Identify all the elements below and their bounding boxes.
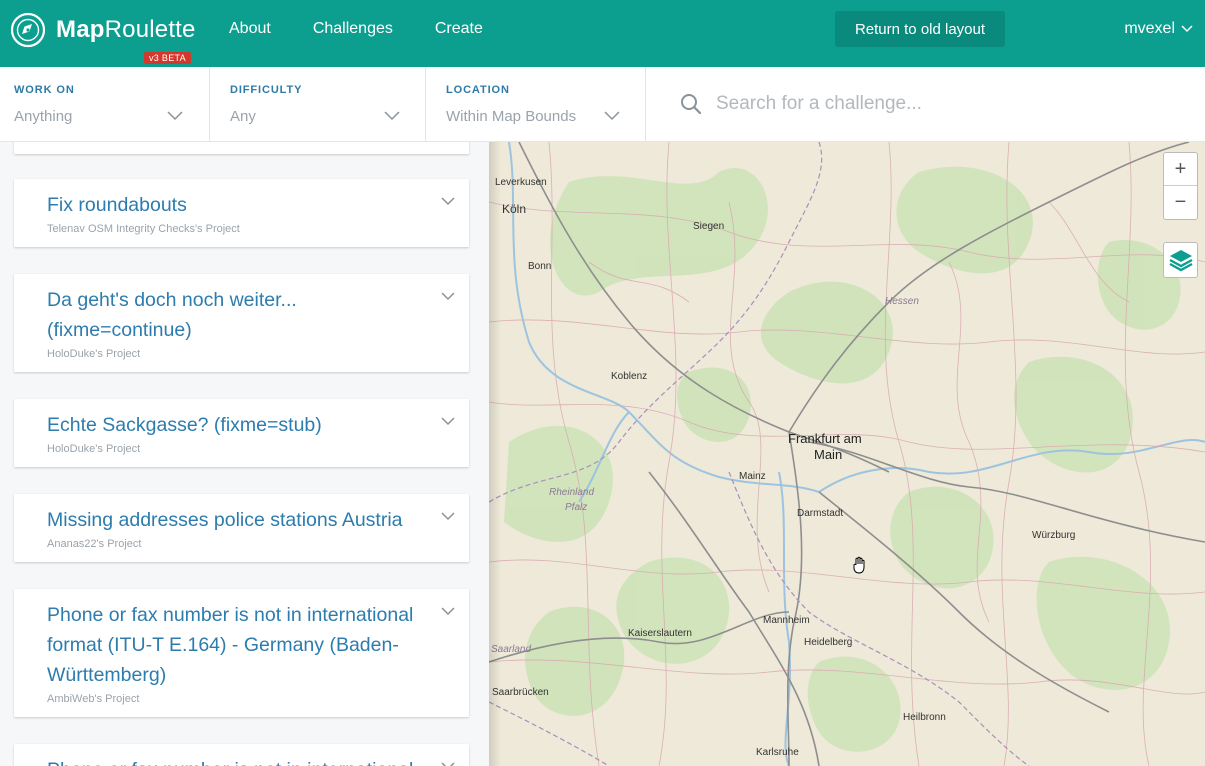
challenge-title[interactable]: Da geht's doch noch weiter... (fixme=con… [47, 285, 432, 345]
map[interactable]: Leverkusen Köln Siegen Bonn Koblenz Fran… [489, 142, 1205, 766]
map-label-mainz: Mainz [739, 471, 766, 482]
challenge-title[interactable]: Phone or fax number is not in internatio… [47, 600, 432, 690]
challenge-title[interactable]: Fix roundabouts [47, 190, 432, 220]
map-region-pfalz: Pfalz [565, 502, 588, 513]
chevron-down-icon[interactable] [441, 607, 455, 616]
challenge-title[interactable]: Phone or fax number is not in internatio… [47, 755, 447, 766]
map-label-darmstadt: Darmstadt [797, 508, 844, 519]
layers-button[interactable] [1163, 242, 1198, 278]
chevron-down-icon[interactable] [441, 762, 455, 766]
map-label-frankfurt: Frankfurt am [788, 431, 862, 446]
user-menu[interactable]: mvexel [1124, 20, 1193, 38]
search-input[interactable] [716, 89, 1176, 119]
chevron-down-icon [167, 111, 183, 121]
map-label-siegen: Siegen [693, 221, 725, 232]
map-label-koln: Köln [502, 202, 527, 216]
chevron-down-icon [384, 111, 400, 121]
zoom-in-button[interactable]: + [1164, 153, 1197, 186]
zoom-out-button[interactable]: − [1164, 186, 1197, 219]
map-region-hessen: Hessen [885, 296, 919, 307]
work-on-value: Anything [14, 108, 73, 125]
map-label-karlsruhe: Karlsruhe [756, 747, 799, 758]
chevron-down-icon[interactable] [441, 417, 455, 426]
map-label-heidelberg: Heidelberg [804, 637, 853, 648]
map-label-bonn: Bonn [528, 261, 552, 272]
nav-challenges[interactable]: Challenges [313, 20, 393, 38]
compass-logo-icon [10, 12, 46, 48]
challenge-title[interactable]: Missing addresses police stations Austri… [47, 505, 432, 535]
main-nav: About Challenges Create [229, 20, 525, 38]
challenge-owner: Ananas22's Project [47, 538, 142, 550]
chevron-down-icon [604, 111, 620, 121]
chevron-down-icon[interactable] [441, 512, 455, 521]
search-box [646, 67, 1205, 141]
map-label-koblenz: Koblenz [611, 371, 648, 382]
challenge-card[interactable]: Phone or fax number is not in internatio… [14, 589, 469, 717]
map-tiles [489, 142, 1205, 766]
work-on-label: WORK ON [14, 84, 75, 96]
nav-about[interactable]: About [229, 20, 271, 38]
map-label-main: Main [814, 447, 843, 462]
challenge-card[interactable]: Da geht's doch noch weiter... (fixme=con… [14, 274, 469, 372]
location-filter[interactable]: LOCATION Within Map Bounds [426, 67, 646, 141]
nav-create[interactable]: Create [435, 20, 483, 38]
map-label-kaiserslautern: Kaiserslautern [628, 628, 692, 639]
map-label-leverkusen: Leverkusen [495, 177, 547, 188]
search-icon [681, 94, 702, 115]
map-label-wurzburg: Würzburg [1032, 530, 1076, 541]
location-value: Within Map Bounds [446, 108, 577, 125]
work-on-filter[interactable]: WORK ON Anything [0, 67, 210, 141]
challenge-owner: AmbiWeb's Project [47, 693, 140, 705]
location-label: LOCATION [446, 84, 510, 96]
username: mvexel [1124, 20, 1175, 37]
map-label-heilbronn: Heilbronn [903, 712, 946, 723]
brand-name: MapRoulette [56, 16, 196, 43]
beta-badge: v3 BETA [144, 52, 191, 64]
list-shadow [489, 142, 501, 766]
grab-cursor-icon [853, 556, 865, 574]
top-navigation-bar: MapRoulette v3 BETA About Challenges Cre… [0, 0, 1205, 67]
challenge-card[interactable]: Echte Sackgasse? (fixme=stub) HoloDuke's… [14, 399, 469, 467]
challenge-card[interactable]: Phone or fax number is not in internatio… [14, 744, 469, 766]
difficulty-label: DIFFICULTY [230, 84, 303, 96]
layers-icon [1168, 250, 1193, 272]
chevron-down-icon[interactable] [441, 292, 455, 301]
challenge-title[interactable]: Echte Sackgasse? (fixme=stub) [47, 410, 432, 440]
chevron-down-icon[interactable] [441, 197, 455, 206]
challenge-card[interactable]: Fix roundabouts Telenav OSM Integrity Ch… [14, 179, 469, 247]
challenge-card[interactable]: Missing addresses police stations Austri… [14, 494, 469, 562]
map-label-mannheim: Mannheim [763, 615, 810, 626]
filter-bar: WORK ON Anything DIFFICULTY Any LOCATION… [0, 67, 1205, 142]
challenge-card-partial[interactable] [14, 142, 469, 154]
challenge-owner: HoloDuke's Project [47, 443, 141, 455]
zoom-control: + − [1163, 152, 1198, 220]
difficulty-filter[interactable]: DIFFICULTY Any [210, 67, 426, 141]
brand[interactable]: MapRoulette [10, 12, 196, 48]
map-region-rheinland: Rheinland [549, 487, 595, 498]
challenge-list[interactable]: Fix roundabouts Telenav OSM Integrity Ch… [0, 142, 489, 766]
chevron-down-icon [1181, 25, 1193, 33]
difficulty-value: Any [230, 108, 256, 125]
challenge-owner: Telenav OSM Integrity Checks's Project [47, 223, 240, 235]
return-to-old-layout-button[interactable]: Return to old layout [835, 11, 1005, 47]
challenge-owner: HoloDuke's Project [47, 348, 141, 360]
